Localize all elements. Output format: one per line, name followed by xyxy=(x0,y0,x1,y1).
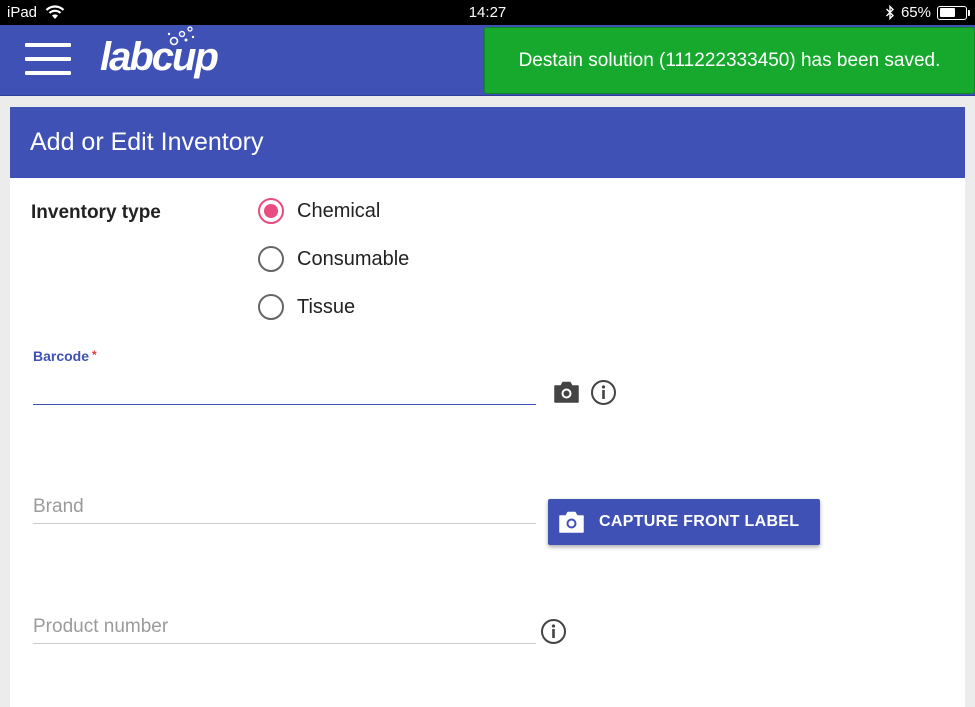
inventory-type-label: Inventory type xyxy=(31,202,161,223)
battery-percent: 65% xyxy=(900,4,931,21)
radio-label-chemical: Chemical xyxy=(297,199,381,222)
save-notification-toast[interactable]: Destain solution (111222333450) has been… xyxy=(484,27,975,94)
capture-button-label: CAPTURE FRONT LABEL xyxy=(599,513,800,530)
status-right: 65% xyxy=(885,4,970,21)
info-icon[interactable] xyxy=(590,379,617,406)
radio-consumable[interactable]: Consumable xyxy=(258,246,409,272)
radio-button-checked[interactable] xyxy=(258,198,284,224)
barcode-label-text: Barcode xyxy=(33,348,90,364)
info-icon[interactable] xyxy=(540,618,567,645)
card-header: Add or Edit Inventory xyxy=(10,107,965,178)
radio-button-unchecked[interactable] xyxy=(258,294,284,320)
page-title: Add or Edit Inventory xyxy=(30,128,264,156)
radio-chemical[interactable]: Chemical xyxy=(258,198,380,224)
brand-input[interactable] xyxy=(33,490,536,524)
battery-fill xyxy=(939,8,956,17)
radio-button-unchecked[interactable] xyxy=(258,246,284,272)
product-number-input[interactable] xyxy=(33,610,536,644)
logo-bubbles-icon xyxy=(167,26,195,46)
camera-icon xyxy=(559,511,584,533)
app-logo[interactable]: labcup xyxy=(100,26,219,80)
barcode-label: Barcode * xyxy=(33,348,97,364)
status-bar: iPad 14:27 65% xyxy=(0,0,975,25)
required-mark: * xyxy=(92,348,97,362)
hamburger-menu-icon[interactable] xyxy=(25,43,71,75)
radio-label-tissue: Tissue xyxy=(297,295,356,318)
bluetooth-icon xyxy=(885,5,894,20)
battery-icon xyxy=(937,5,970,20)
barcode-input[interactable] xyxy=(33,375,536,405)
inventory-form-card: Add or Edit Inventory Inventory type Che… xyxy=(10,107,965,707)
camera-icon[interactable] xyxy=(553,380,580,404)
status-time: 14:27 xyxy=(468,4,507,21)
logo-text: labcup xyxy=(100,35,219,79)
radio-tissue[interactable]: Tissue xyxy=(258,294,355,320)
toast-message: Destain solution (111222333450) has been… xyxy=(518,49,941,71)
radio-label-consumable: Consumable xyxy=(297,247,410,270)
capture-front-label-button[interactable]: CAPTURE FRONT LABEL xyxy=(548,499,820,545)
